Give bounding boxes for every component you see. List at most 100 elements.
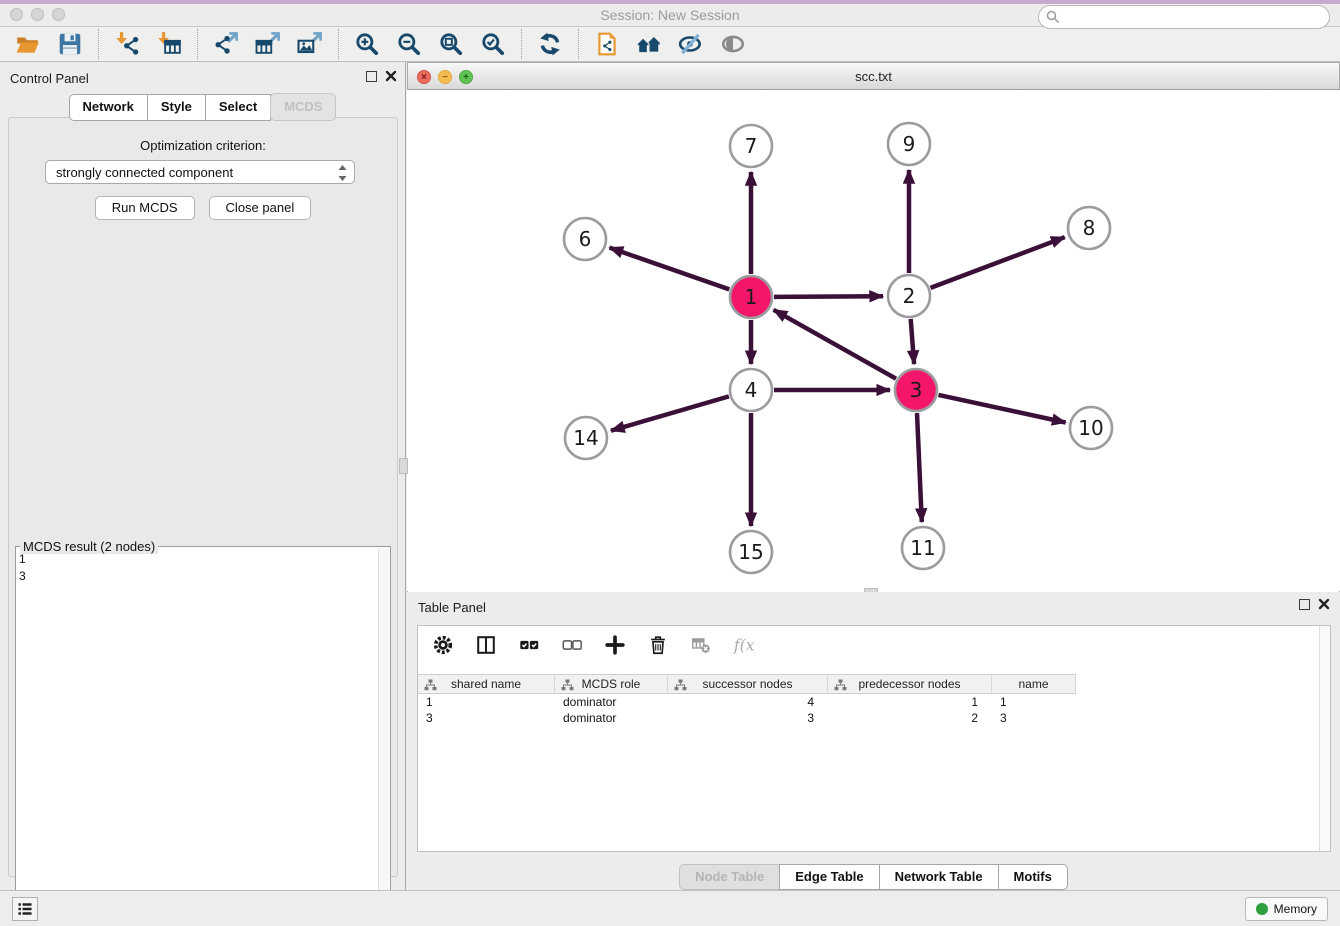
refresh-icon[interactable] — [536, 30, 564, 58]
tab-style[interactable]: Style — [147, 94, 206, 121]
delete-table-icon[interactable] — [688, 632, 714, 658]
zoom-fit-icon[interactable] — [437, 30, 465, 58]
close-panel-button[interactable]: Close panel — [209, 196, 312, 220]
export-table-icon[interactable] — [254, 30, 282, 58]
svg-text:8: 8 — [1083, 216, 1096, 240]
node-3[interactable]: 3 — [895, 369, 937, 411]
node-10[interactable]: 10 — [1070, 407, 1112, 449]
network-window-titlebar[interactable]: × − + scc.txt — [407, 62, 1340, 90]
table-scrollbar[interactable] — [1319, 626, 1330, 851]
optimization-label: Optimization criterion: — [9, 138, 397, 153]
float-table-panel-icon[interactable] — [1299, 599, 1310, 610]
node-15[interactable]: 15 — [730, 531, 772, 573]
edge-2-3[interactable] — [911, 319, 914, 364]
close-table-panel-icon[interactable] — [1318, 598, 1330, 610]
column-header-predecessor-nodes[interactable]: predecessor nodes — [828, 674, 992, 694]
svg-text:3: 3 — [910, 378, 923, 402]
float-panel-icon[interactable] — [366, 71, 377, 82]
export-network-icon[interactable] — [212, 30, 240, 58]
cell-successor-nodes[interactable]: 4 — [668, 694, 828, 710]
cell-predecessor-nodes[interactable]: 2 — [828, 710, 992, 726]
plus-icon[interactable] — [602, 632, 628, 658]
tab-node-table[interactable]: Node Table — [679, 864, 780, 890]
main-toolbar — [0, 27, 1340, 62]
edge-2-8[interactable] — [931, 237, 1065, 288]
cell-shared-name[interactable]: 3 — [418, 710, 555, 726]
table-toolbar: f(x) — [418, 626, 1330, 664]
optimization-dropdown[interactable]: strongly connected component — [45, 160, 355, 184]
edge-4-14[interactable] — [611, 396, 729, 430]
column-header-name[interactable]: name — [992, 674, 1076, 694]
eye-slash-icon[interactable] — [677, 30, 705, 58]
column-header-MCDS-role[interactable]: MCDS role — [555, 674, 668, 694]
tab-network-table[interactable]: Network Table — [879, 864, 999, 890]
tab-mcds[interactable]: MCDS — [270, 93, 336, 121]
cell-predecessor-nodes[interactable]: 1 — [828, 694, 992, 710]
vertical-divider-handle[interactable] — [399, 458, 408, 474]
column-header-shared-name[interactable]: shared name — [418, 674, 555, 694]
hierarchy-icon — [561, 679, 574, 694]
edge-1-6[interactable] — [610, 248, 730, 290]
cell-MCDS-role[interactable]: dominator — [555, 694, 668, 710]
edge-3-10[interactable] — [939, 395, 1066, 423]
edge-3-11[interactable] — [917, 413, 922, 522]
memory-button[interactable]: Memory — [1245, 897, 1328, 921]
tab-network[interactable]: Network — [69, 94, 148, 121]
node-14[interactable]: 14 — [565, 417, 607, 459]
table-row[interactable]: 1dominator411 — [418, 694, 1330, 710]
edge-3-1[interactable] — [774, 310, 896, 379]
import-table-icon[interactable] — [155, 30, 183, 58]
node-8[interactable]: 8 — [1068, 207, 1110, 249]
zoom-out-icon[interactable] — [395, 30, 423, 58]
table-row[interactable]: 3dominator323 — [418, 710, 1330, 726]
import-network-icon[interactable] — [113, 30, 141, 58]
node-7[interactable]: 7 — [730, 125, 772, 167]
node-table[interactable]: shared nameMCDS rolesuccessor nodesprede… — [418, 674, 1330, 726]
search-input[interactable] — [1038, 5, 1330, 29]
node-11[interactable]: 11 — [902, 527, 944, 569]
svg-text:6: 6 — [579, 227, 592, 251]
node-4[interactable]: 4 — [730, 369, 772, 411]
svg-text:9: 9 — [903, 132, 916, 156]
tab-select[interactable]: Select — [205, 94, 271, 121]
cell-MCDS-role[interactable]: dominator — [555, 710, 668, 726]
table-header-row: shared nameMCDS rolesuccessor nodesprede… — [418, 674, 1330, 694]
function-icon[interactable]: f(x) — [731, 632, 757, 658]
open-session-icon[interactable] — [14, 30, 42, 58]
gear-icon[interactable] — [430, 632, 456, 658]
cell-successor-nodes[interactable]: 3 — [668, 710, 828, 726]
run-mcds-button[interactable]: Run MCDS — [95, 196, 195, 220]
control-panel: Control Panel NetworkStyleSelectMCDS Opt… — [0, 62, 406, 890]
node-6[interactable]: 6 — [564, 218, 606, 260]
select-all-icon[interactable] — [516, 632, 542, 658]
deselect-all-icon[interactable] — [559, 632, 585, 658]
network-graph[interactable]: 7 9 6 8 1 2 4 3 14 10 15 11 — [408, 90, 1339, 592]
cell-shared-name[interactable]: 1 — [418, 694, 555, 710]
cell-name[interactable]: 3 — [992, 710, 1076, 726]
node-9[interactable]: 9 — [888, 123, 930, 165]
trash-icon[interactable] — [645, 632, 671, 658]
close-panel-icon[interactable] — [385, 70, 397, 82]
network-canvas[interactable]: 7 9 6 8 1 2 4 3 14 10 15 11 — [408, 90, 1339, 592]
zoom-in-icon[interactable] — [353, 30, 381, 58]
clone-network-icon[interactable] — [593, 30, 621, 58]
column-header-successor-nodes[interactable]: successor nodes — [668, 674, 828, 694]
cell-name[interactable]: 1 — [992, 694, 1076, 710]
export-image-icon[interactable] — [296, 30, 324, 58]
tab-edge-table[interactable]: Edge Table — [779, 864, 879, 890]
houses-icon[interactable] — [635, 30, 663, 58]
zoom-selected-icon[interactable] — [479, 30, 507, 58]
node-2[interactable]: 2 — [888, 275, 930, 317]
mcds-result-scrollbar[interactable] — [378, 548, 389, 922]
eye-icon[interactable] — [719, 30, 747, 58]
developer-list-button[interactable] — [12, 897, 38, 921]
node-1[interactable]: 1 — [730, 276, 772, 318]
mcds-result-text[interactable]: 1 3 — [19, 551, 376, 920]
save-session-icon[interactable] — [56, 30, 84, 58]
tab-motifs[interactable]: Motifs — [998, 864, 1068, 890]
edge-1-2[interactable] — [774, 296, 883, 297]
status-bar: Memory — [0, 890, 1340, 926]
control-panel-title: Control Panel — [10, 71, 89, 86]
dropdown-stepper-icon — [337, 164, 348, 185]
columns-icon[interactable] — [473, 632, 499, 658]
